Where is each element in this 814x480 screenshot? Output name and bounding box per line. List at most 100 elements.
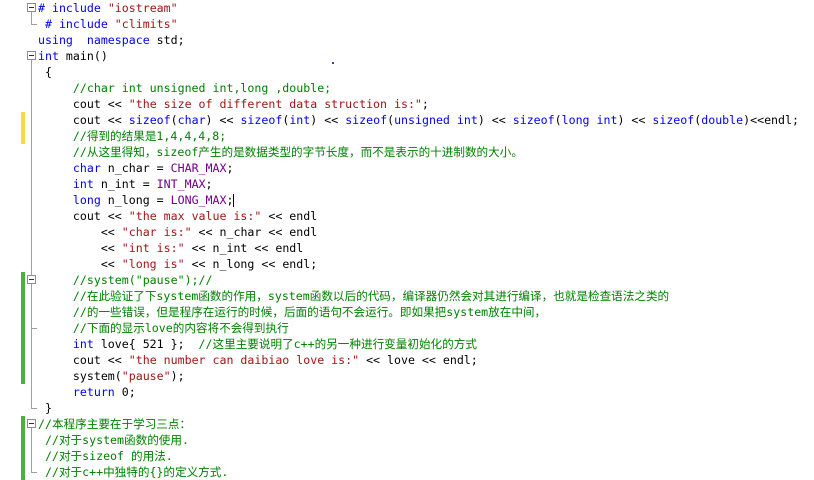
main-outline	[31, 60, 32, 408]
green-change-marker	[21, 336, 25, 352]
code-token: 0;	[114, 385, 136, 399]
code-token: << n_char << endl	[191, 225, 318, 239]
code-line[interactable]: using namespace std;	[0, 32, 814, 48]
code-token: << n_long << endl;	[184, 257, 318, 271]
code-line[interactable]: //得到的结果是1,4,4,4,8;	[0, 128, 814, 144]
code-line[interactable]: //char int unsigned int,long ,double;	[0, 80, 814, 96]
code-text: //对于sizeof 的用法.	[38, 448, 173, 464]
code-line[interactable]: //在此验证了下system函数的作用，system函数以后的代码，编译器仍然会…	[0, 288, 814, 304]
code-line[interactable]: << "int is:" << n_int << endl	[0, 240, 814, 256]
code-text: //的一些错误，但是程序在运行的时候，后面的语句不会运行。即如果把system放…	[38, 304, 546, 320]
code-text: int n_int = INT_MAX;	[38, 176, 213, 192]
code-token: "the max value is:"	[128, 209, 262, 223]
code-token: "iostream"	[107, 1, 178, 15]
code-line[interactable]: cout << "the max value is:" << endl	[0, 208, 814, 224]
code-text: cout << sizeof(char) << sizeof(int) << s…	[38, 112, 799, 128]
code-text: # include "climits"	[38, 16, 178, 32]
code-line[interactable]: << "char is:" << n_char << endl	[0, 224, 814, 240]
code-text: cout << "the number can daibiao love is:…	[38, 352, 478, 368]
code-token: char	[38, 161, 101, 175]
code-line[interactable]: << "long is" << n_long << endl;	[0, 256, 814, 272]
code-token: << n_int << endl	[184, 241, 304, 255]
code-line[interactable]: //本程序主要在于学习三点：	[0, 416, 814, 432]
code-text: }	[38, 400, 52, 416]
green-change-marker	[21, 320, 25, 336]
code-line[interactable]: cout << "the number can daibiao love is:…	[0, 352, 814, 368]
code-line[interactable]: {	[0, 64, 814, 80]
collapse-trailing-comment-icon[interactable]	[27, 419, 36, 428]
code-token: long int	[561, 113, 618, 127]
code-line[interactable]: //的一些错误，但是程序在运行的时候，后面的语句不会运行。即如果把system放…	[0, 304, 814, 320]
code-line[interactable]: return 0;	[0, 384, 814, 400]
code-line[interactable]: int love{ 521 }; //这里主要说明了c++的另一种进行变量初始化…	[0, 336, 814, 352]
code-text: return 0;	[38, 384, 136, 400]
code-token: "int is:"	[121, 241, 185, 255]
main-outline-end	[31, 408, 37, 409]
code-token: # include	[38, 1, 108, 15]
green-change-marker	[21, 432, 25, 448]
code-token: <<	[38, 225, 122, 239]
code-line[interactable]: //从这里得知，sizeof产生的是数据类型的字节长度，而不是表示的十进制数的大…	[0, 144, 814, 160]
code-token: char	[177, 113, 206, 127]
code-line[interactable]: cout << sizeof(char) << sizeof(int) << s…	[0, 112, 814, 128]
code-text: //从这里得知，sizeof产生的是数据类型的字节长度，而不是表示的十进制数的大…	[38, 144, 523, 160]
code-token: //对于sizeof 的用法.	[38, 449, 173, 463]
code-token: }	[38, 401, 52, 415]
code-text: << "char is:" << n_char << endl	[38, 224, 317, 240]
code-token: n_char =	[100, 161, 171, 175]
code-token: double	[701, 113, 744, 127]
code-text: cout << "the size of different data stru…	[38, 96, 429, 112]
code-token: n_long =	[100, 193, 171, 207]
code-token: //对于c++中独特的{}的定义方式.	[38, 465, 229, 479]
code-text: << "int is:" << n_int << endl	[38, 240, 303, 256]
code-line[interactable]: long n_long = LONG_MAX;	[0, 192, 814, 208]
code-line[interactable]: //对于system函数的使用.	[0, 432, 814, 448]
code-token: cout <<	[38, 209, 129, 223]
collapse-main-icon[interactable]	[27, 51, 36, 60]
code-line[interactable]: int n_int = INT_MAX;	[0, 176, 814, 192]
code-token: love{ 521 };	[93, 337, 199, 351]
code-text: {	[38, 64, 52, 80]
code-token: //对于system函数的使用.	[38, 433, 189, 447]
code-line[interactable]: # include "iostream"	[0, 0, 814, 16]
code-token: cout <<	[38, 97, 129, 111]
code-line[interactable]: }	[0, 400, 814, 416]
code-line[interactable]: int main()	[0, 48, 814, 64]
code-token: <<	[38, 257, 122, 271]
code-token: return	[38, 385, 115, 399]
include-outline	[31, 12, 32, 24]
code-text: //在此验证了下system函数的作用，system函数以后的代码，编译器仍然会…	[38, 288, 669, 304]
code-token: "char is:"	[121, 225, 192, 239]
code-line[interactable]: cout << "the size of different data stru…	[0, 96, 814, 112]
code-token: ) <<	[617, 113, 653, 127]
code-token: cout <<	[38, 353, 129, 367]
code-text: //本程序主要在于学习三点：	[38, 416, 191, 432]
code-token: main()	[58, 49, 108, 63]
collapse-comment-icon[interactable]	[27, 275, 36, 284]
code-text: //system("pause");//	[38, 272, 213, 288]
code-token: CHAR_MAX	[170, 161, 227, 175]
code-text: system("pause");	[38, 368, 185, 384]
code-token: //在此验证了下system函数的作用，system函数以后的代码，编译器仍然会…	[38, 289, 670, 303]
green-change-marker	[21, 352, 25, 368]
text-cursor	[233, 194, 235, 207]
code-line[interactable]: char n_char = CHAR_MAX;	[0, 160, 814, 176]
code-text: //下面的显示love的内容将不会得到执行	[38, 320, 289, 336]
code-editor[interactable]: # include "iostream" # include "climits"…	[0, 0, 814, 480]
code-text: char n_char = CHAR_MAX;	[38, 160, 234, 176]
code-token: ;	[226, 193, 234, 207]
code-line[interactable]: //system("pause");//	[0, 272, 814, 288]
code-token: ) <<	[205, 113, 241, 127]
code-token: //从这里得知，sizeof产生的是数据类型的字节长度，而不是表示的十进制数的大…	[38, 145, 523, 159]
code-token: # include	[38, 17, 115, 31]
yellow-change-marker	[21, 112, 25, 128]
code-line[interactable]: //下面的显示love的内容将不会得到执行	[0, 320, 814, 336]
code-line[interactable]: system("pause");	[0, 368, 814, 384]
code-token: sizeof	[240, 113, 283, 127]
code-token: (	[170, 113, 178, 127]
code-line[interactable]: # include "climits"	[0, 16, 814, 32]
code-text: cout << "the max value is:" << endl	[38, 208, 317, 224]
collapse-include-icon[interactable]	[27, 3, 36, 12]
code-token: << love << endl;	[359, 353, 478, 367]
code-line[interactable]: //对于sizeof 的用法.	[0, 448, 814, 464]
